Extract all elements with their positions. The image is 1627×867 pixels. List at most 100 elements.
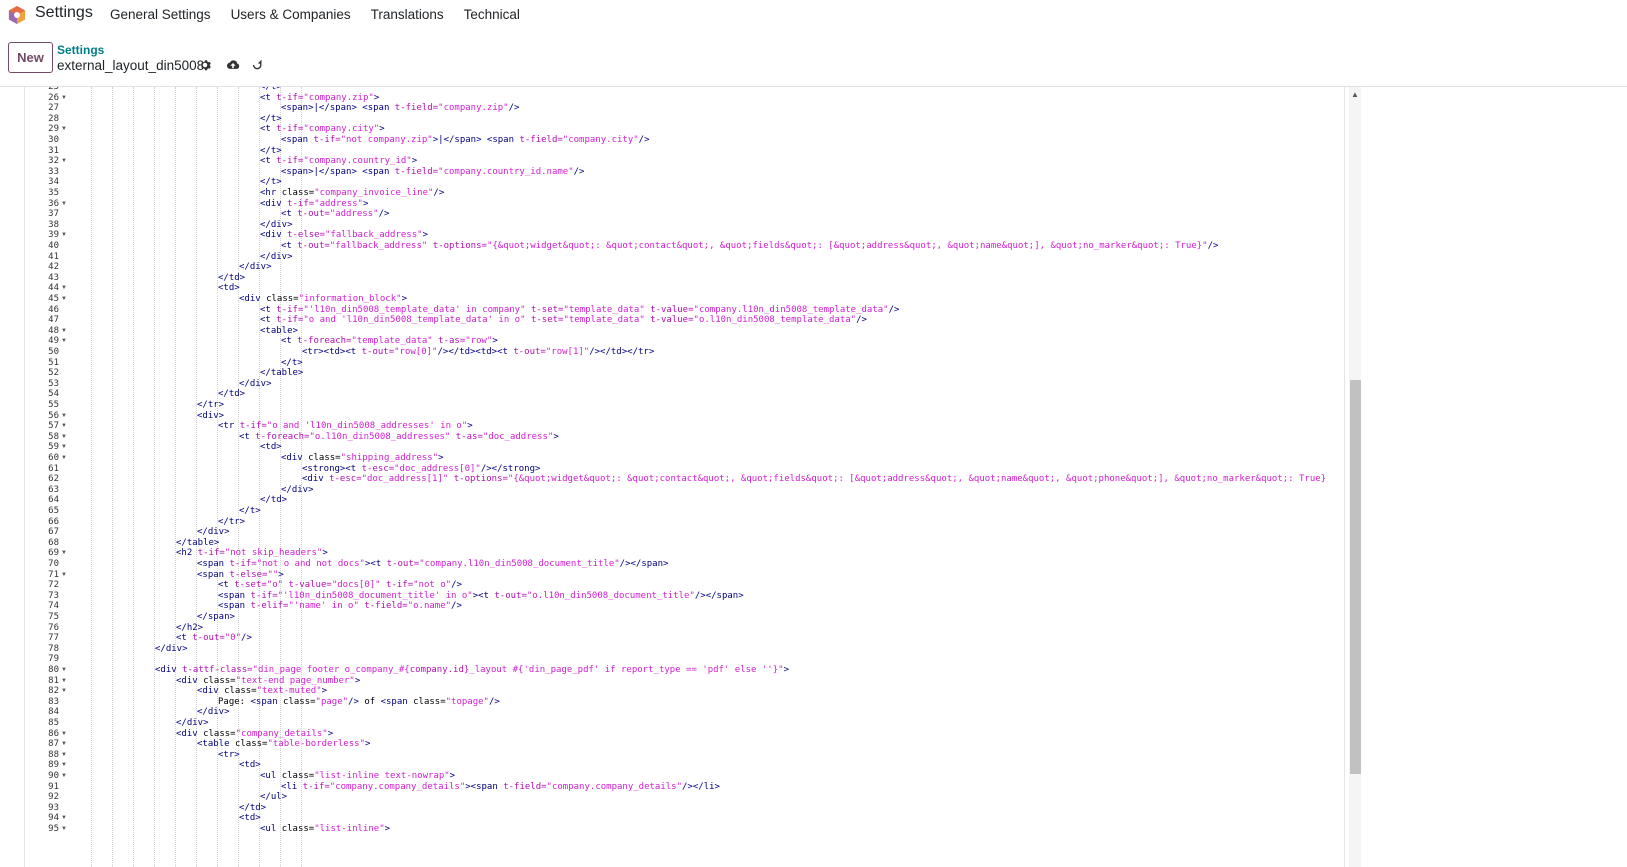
code-line[interactable]: <div> xyxy=(71,411,1344,422)
code-line[interactable]: <t t-if="company.zip"> xyxy=(71,93,1344,104)
code-line[interactable]: <div class="company_details"> xyxy=(71,729,1344,740)
code-line[interactable]: <table class="table-borderless"> xyxy=(71,739,1344,750)
code-line[interactable]: </h2> xyxy=(71,623,1344,634)
code-line[interactable]: </t> xyxy=(71,506,1344,517)
code-content[interactable]: </t> <t t-if="company.zip"> <span>|</span>… xyxy=(71,87,1344,867)
code-line[interactable]: <span t-if="not company.zip">|</span> <s… xyxy=(71,135,1344,146)
code-line[interactable]: <div t-else="fallback_address"> xyxy=(71,230,1344,241)
code-line[interactable]: <div class="text-end page_number"> xyxy=(71,676,1344,687)
new-button[interactable]: New xyxy=(8,42,53,73)
fold-toggle-icon[interactable]: ▼ xyxy=(61,750,67,761)
code-line[interactable]: <tr><td><t t-out="row[0]"/></td><td><t t… xyxy=(71,347,1344,358)
fold-toggle-icon[interactable]: ▼ xyxy=(61,156,67,167)
fold-toggle-icon[interactable]: ▼ xyxy=(61,824,67,835)
code-line[interactable]: </td> xyxy=(71,273,1344,284)
code-line[interactable]: <div class="text-muted"> xyxy=(71,686,1344,697)
code-line[interactable]: <t t-out="fallback_address" t-options="{… xyxy=(71,241,1344,252)
fold-toggle-icon[interactable]: ▼ xyxy=(61,411,67,422)
fold-toggle-icon[interactable]: ▼ xyxy=(61,570,67,581)
code-line[interactable]: </tr> xyxy=(71,517,1344,528)
breadcrumb-parent[interactable]: Settings xyxy=(57,43,104,57)
code-line[interactable]: </td> xyxy=(71,803,1344,814)
code-line[interactable]: </t> xyxy=(71,358,1344,369)
code-line[interactable]: </ul> xyxy=(71,792,1344,803)
app-name[interactable]: Settings xyxy=(35,4,93,22)
code-line[interactable]: <strong><t t-esc="doc_address[0]"/></str… xyxy=(71,464,1344,475)
code-line[interactable]: </div> xyxy=(71,262,1344,273)
code-line[interactable]: <li t-if="company.company_details"><span… xyxy=(71,782,1344,793)
code-line[interactable]: </t> xyxy=(71,146,1344,157)
fold-toggle-icon[interactable]: ▼ xyxy=(61,771,67,782)
code-editor[interactable]: 25 26 ▼ 27 28 29 ▼ 30 31 32 ▼ 33 34 35 36 ▼ 37 38 39 ▼ 40 41 4… xyxy=(24,87,1345,867)
code-line[interactable]: </t> xyxy=(71,114,1344,125)
fold-toggle-icon[interactable]: ▼ xyxy=(61,686,67,697)
code-line[interactable]: </span> xyxy=(71,612,1344,623)
fold-toggle-icon[interactable]: ▼ xyxy=(61,421,67,432)
code-line[interactable]: <span t-if="'l10n_din5008_document_title… xyxy=(71,591,1344,602)
code-line[interactable]: <tr t-if="o and 'l10n_din5008_addresses'… xyxy=(71,421,1344,432)
code-line[interactable]: <span>|</span> <span t-field="company.co… xyxy=(71,167,1344,178)
editor-scrollbar-thumb[interactable] xyxy=(1350,380,1361,774)
code-line[interactable]: </td> xyxy=(71,495,1344,506)
fold-toggle-icon[interactable]: ▼ xyxy=(61,326,67,337)
code-line[interactable]: <div class="shipping_address"> xyxy=(71,453,1344,464)
fold-toggle-icon[interactable]: ▼ xyxy=(61,453,67,464)
fold-toggle-icon[interactable]: ▼ xyxy=(61,813,67,824)
code-line[interactable]: </div> xyxy=(71,707,1344,718)
menu-users-companies[interactable]: Users & Companies xyxy=(231,7,351,22)
fold-toggle-icon[interactable]: ▼ xyxy=(61,294,67,305)
fold-toggle-icon[interactable]: ▼ xyxy=(61,442,67,453)
code-line[interactable]: <td> xyxy=(71,283,1344,294)
cloud-upload-icon[interactable] xyxy=(225,57,241,73)
code-line[interactable]: <t t-if="company.city"> xyxy=(71,124,1344,135)
fold-toggle-icon[interactable]: ▼ xyxy=(61,230,67,241)
fold-toggle-icon[interactable]: ▼ xyxy=(61,548,67,559)
code-line[interactable]: </div> xyxy=(71,644,1344,655)
code-line[interactable]: <t t-out="0"/> xyxy=(71,633,1344,644)
code-line[interactable]: </t> xyxy=(71,177,1344,188)
code-line[interactable]: <span t-if="not o and not docs"><t t-out… xyxy=(71,559,1344,570)
gear-icon[interactable] xyxy=(197,57,213,73)
fold-toggle-icon[interactable]: ▼ xyxy=(61,199,67,210)
fold-toggle-icon[interactable]: ▼ xyxy=(61,760,67,771)
code-line[interactable]: <hr class="company_invoice_line"/> xyxy=(71,188,1344,199)
menu-translations[interactable]: Translations xyxy=(371,7,444,22)
code-line[interactable]: <t t-if="o and 'l10n_din5008_template_da… xyxy=(71,315,1344,326)
code-line[interactable]: <td> xyxy=(71,442,1344,453)
code-line[interactable]: <div t-attf-class="din_page footer o_com… xyxy=(71,665,1344,676)
code-line[interactable]: <table> xyxy=(71,326,1344,337)
scroll-up-arrow-icon[interactable]: ▲ xyxy=(1351,90,1359,99)
undo-icon[interactable] xyxy=(249,57,265,73)
code-line[interactable]: <t t-out="address"/> xyxy=(71,209,1344,220)
code-line[interactable]: </div> xyxy=(71,252,1344,263)
code-line[interactable]: <t t-if="'l10n_din5008_template_data' in… xyxy=(71,305,1344,316)
fold-toggle-icon[interactable]: ▼ xyxy=(61,283,67,294)
code-line[interactable] xyxy=(71,654,1344,665)
fold-toggle-icon[interactable]: ▼ xyxy=(61,739,67,750)
code-line[interactable]: </div> xyxy=(71,718,1344,729)
code-line[interactable]: <span>|</span> <span t-field="company.zi… xyxy=(71,103,1344,114)
fold-toggle-icon[interactable]: ▼ xyxy=(61,336,67,347)
code-line[interactable]: <t t-set="o" t-value="docs[0]" t-if="not… xyxy=(71,580,1344,591)
code-line[interactable]: <div t-if="address"> xyxy=(71,199,1344,210)
code-line[interactable]: </table> xyxy=(71,538,1344,549)
fold-toggle-icon[interactable]: ▼ xyxy=(61,93,67,104)
odoo-settings-logo-icon[interactable] xyxy=(8,5,26,25)
code-line[interactable]: </div> xyxy=(71,220,1344,231)
code-line[interactable]: <t t-foreach="template_data" t-as="row"> xyxy=(71,336,1344,347)
code-line[interactable]: </table> xyxy=(71,368,1344,379)
code-line[interactable]: <td> xyxy=(71,760,1344,771)
fold-toggle-icon[interactable]: ▼ xyxy=(61,676,67,687)
code-line[interactable]: <td> xyxy=(71,813,1344,824)
code-line[interactable]: <div t-esc="doc_address[1]" t-options="{… xyxy=(71,474,1344,485)
code-line[interactable]: <t t-if="company.country_id"> xyxy=(71,156,1344,167)
code-line[interactable]: <span t-else=""> xyxy=(71,570,1344,581)
code-line[interactable]: </div> xyxy=(71,485,1344,496)
fold-toggle-icon[interactable]: ▼ xyxy=(61,124,67,135)
code-line[interactable]: <span t-elif="'name' in o" t-field="o.na… xyxy=(71,601,1344,612)
code-line[interactable]: Page: <span class="page"/> of <span clas… xyxy=(71,697,1344,708)
code-line[interactable]: </div> xyxy=(71,379,1344,390)
code-line[interactable]: <div class="information_block"> xyxy=(71,294,1344,305)
fold-toggle-icon[interactable]: ▼ xyxy=(61,729,67,740)
code-line[interactable]: </tr> xyxy=(71,400,1344,411)
